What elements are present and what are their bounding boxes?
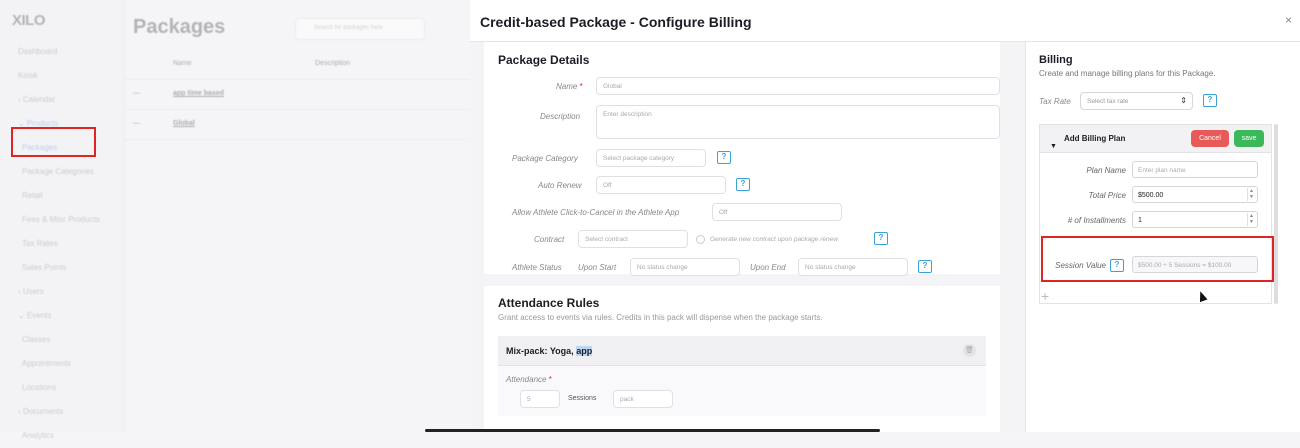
sidebar-item[interactable]: Dashboard bbox=[0, 40, 125, 64]
package-category-label: Package Category bbox=[512, 154, 578, 163]
sidebar-item[interactable]: ⌄ Events bbox=[0, 304, 125, 328]
contract-select[interactable]: Select contract bbox=[578, 230, 688, 248]
sidebar-item[interactable]: Tax Rates bbox=[0, 232, 125, 256]
per-select[interactable]: pack bbox=[613, 390, 673, 408]
search-input[interactable]: Search for packages here bbox=[295, 18, 425, 40]
billing-title: Billing bbox=[1039, 54, 1073, 66]
sessions-label: Sessions bbox=[568, 395, 597, 402]
package-details-card: Package Details Name * Global Descriptio… bbox=[484, 42, 1000, 276]
sidebar-item[interactable]: Analytics bbox=[0, 424, 125, 448]
attendance-rules-title: Attendance Rules bbox=[498, 296, 600, 310]
help-icon[interactable]: ? bbox=[1203, 94, 1217, 107]
athlete-status-label: Athlete Status bbox=[512, 263, 562, 272]
close-icon[interactable]: × bbox=[1285, 13, 1292, 27]
sidebar-item[interactable]: Locations bbox=[0, 376, 125, 400]
billing-plan-title: Add Billing Plan bbox=[1064, 134, 1126, 143]
package-category-select[interactable]: Select package category bbox=[596, 149, 706, 167]
rule-title: Mix-pack: Yoga, app bbox=[506, 346, 593, 356]
generate-contract-label: Generate new contract upon package renew bbox=[710, 236, 838, 243]
click-to-cancel-select[interactable]: Off bbox=[712, 203, 842, 221]
upon-end-select[interactable]: No status change bbox=[798, 258, 908, 276]
annotation-highlight-session-value bbox=[1041, 236, 1274, 282]
column-header-name: Name bbox=[173, 60, 192, 67]
upon-end-label: Upon End bbox=[750, 263, 786, 272]
table-header: Name Description bbox=[125, 50, 470, 80]
modal-header: Credit-based Package - Configure Billing… bbox=[470, 0, 1300, 42]
modal-title: Credit-based Package - Configure Billing bbox=[480, 14, 752, 30]
help-icon[interactable]: ? bbox=[874, 232, 888, 245]
generate-contract-radio[interactable] bbox=[696, 235, 705, 244]
sidebar-item[interactable]: Classes bbox=[0, 328, 125, 352]
sidebar-item[interactable]: Appointments bbox=[0, 352, 125, 376]
annotation-highlight-packages bbox=[11, 127, 96, 157]
sidebar-item[interactable]: Sales Points bbox=[0, 256, 125, 280]
chevron-updown-icon: ⇕ bbox=[1180, 96, 1187, 105]
trash-icon[interactable]: 🗑 bbox=[963, 344, 976, 357]
help-icon[interactable]: ? bbox=[717, 151, 731, 164]
sidebar-item[interactable]: › Users bbox=[0, 280, 125, 304]
sidebar-item[interactable]: Kiosk bbox=[0, 64, 125, 88]
add-plan-icon[interactable]: + bbox=[1041, 288, 1049, 304]
page-title: Packages bbox=[133, 16, 226, 38]
configure-billing-modal: Credit-based Package - Configure Billing… bbox=[470, 0, 1300, 432]
help-icon[interactable]: ? bbox=[736, 178, 750, 191]
upon-start-select[interactable]: No status change bbox=[630, 258, 740, 276]
name-label: Name * bbox=[556, 82, 583, 91]
upon-start-label: Upon Start bbox=[578, 263, 617, 272]
total-price-label: Total Price bbox=[1088, 191, 1127, 200]
billing-plan-header: ▼ Add Billing Plan Cancel save bbox=[1040, 125, 1271, 153]
row-name[interactable]: Global bbox=[173, 120, 195, 127]
caret-down-icon[interactable]: ▼ bbox=[1050, 143, 1057, 150]
attendance-label: Attendance * bbox=[506, 375, 552, 384]
contract-label: Contract bbox=[534, 235, 565, 244]
sidebar-nav: Dashboard Kiosk › Calendar ⌄ Products Packag… bbox=[0, 40, 125, 448]
cancel-button[interactable]: Cancel bbox=[1191, 130, 1229, 147]
attendance-rules-subtitle: Grant access to events via rules. Credit… bbox=[498, 313, 823, 322]
auto-renew-label: Auto Renew bbox=[538, 181, 582, 190]
app-logo: XILO bbox=[12, 12, 46, 29]
sessions-count-input[interactable]: 5 bbox=[520, 390, 560, 408]
stepper-icon[interactable]: ▲ ▼ bbox=[1247, 188, 1255, 201]
sidebar-item[interactable]: Retail bbox=[0, 184, 125, 208]
plan-name-input[interactable]: Enter plan name bbox=[1132, 161, 1258, 178]
sidebar-item[interactable]: Fees & Misc Products bbox=[0, 208, 125, 232]
installments-input[interactable]: 1 ▲ ▼ bbox=[1132, 211, 1258, 228]
save-button[interactable]: save bbox=[1234, 130, 1264, 147]
billing-subtitle: Create and manage billing plans for this… bbox=[1039, 69, 1216, 78]
name-input[interactable]: Global bbox=[596, 77, 1000, 95]
table-row[interactable]: — Global bbox=[125, 110, 470, 140]
description-input[interactable]: Enter description bbox=[596, 105, 1000, 139]
installments-label: # of Installments bbox=[1067, 216, 1126, 225]
rule-body: Attendance * 5 Sessions pack bbox=[498, 366, 986, 416]
table-row[interactable]: — app time based bbox=[125, 80, 470, 110]
package-config-pane: Package Details Name * Global Descriptio… bbox=[470, 42, 1025, 432]
row-name[interactable]: app time based bbox=[173, 90, 224, 97]
sidebar-item[interactable]: › Documents bbox=[0, 400, 125, 424]
stepper-icon[interactable]: ▲ ▼ bbox=[1247, 213, 1255, 226]
help-icon[interactable]: ? bbox=[918, 260, 932, 273]
click-to-cancel-label: Allow Athlete Click-to-Cancel in the Ath… bbox=[512, 208, 680, 217]
sidebar-item[interactable]: Package Categories bbox=[0, 160, 125, 184]
scrollbar[interactable] bbox=[1274, 124, 1278, 304]
sidebar-item[interactable]: › Calendar bbox=[0, 88, 125, 112]
package-details-title: Package Details bbox=[498, 53, 590, 67]
tax-rate-select[interactable]: Select tax rate ⇕ bbox=[1080, 92, 1193, 110]
packages-list-page: Packages Search for packages here Name D… bbox=[125, 0, 470, 432]
description-label: Description bbox=[540, 112, 581, 121]
rule-header[interactable]: Mix-pack: Yoga, app 🗑 bbox=[498, 336, 986, 366]
auto-renew-select[interactable]: Off bbox=[596, 176, 726, 194]
plan-name-label: Plan Name bbox=[1086, 166, 1126, 175]
column-header-description: Description bbox=[315, 60, 351, 67]
sidebar: XILO Dashboard Kiosk › Calendar ⌄ Products P… bbox=[0, 0, 125, 440]
attendance-rules-card: Attendance Rules Grant access to events … bbox=[484, 286, 1000, 432]
tax-rate-label: Tax Rate bbox=[1039, 97, 1071, 106]
total-price-input[interactable]: $500.00 ▲ ▼ bbox=[1132, 186, 1258, 203]
